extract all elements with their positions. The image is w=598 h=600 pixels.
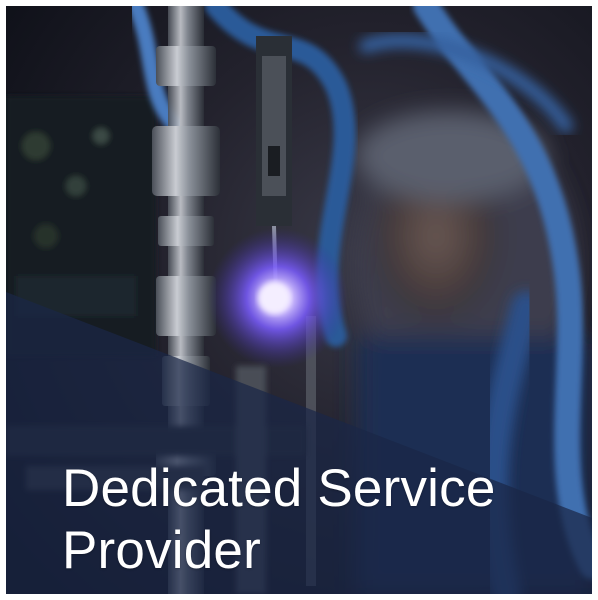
headline-line-2: Provider <box>62 521 261 580</box>
tile-headline: Dedicated Service Provider <box>62 458 582 582</box>
headline-line-1: Dedicated Service <box>62 459 496 518</box>
service-tile[interactable]: Dedicated Service Provider <box>6 6 592 594</box>
machinery-block <box>6 96 156 356</box>
